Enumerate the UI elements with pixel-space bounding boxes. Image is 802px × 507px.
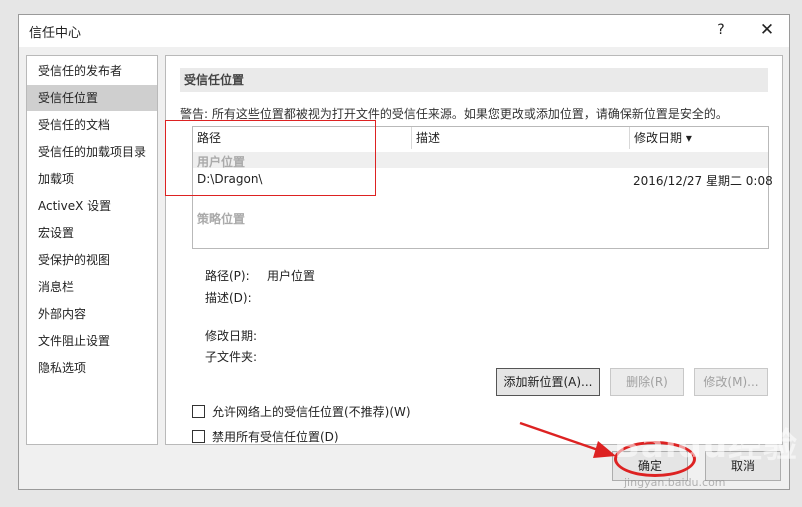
watermark-url: jingyan.baidu.com — [624, 476, 726, 489]
watermark-logo: Baidu经验 — [614, 426, 799, 466]
